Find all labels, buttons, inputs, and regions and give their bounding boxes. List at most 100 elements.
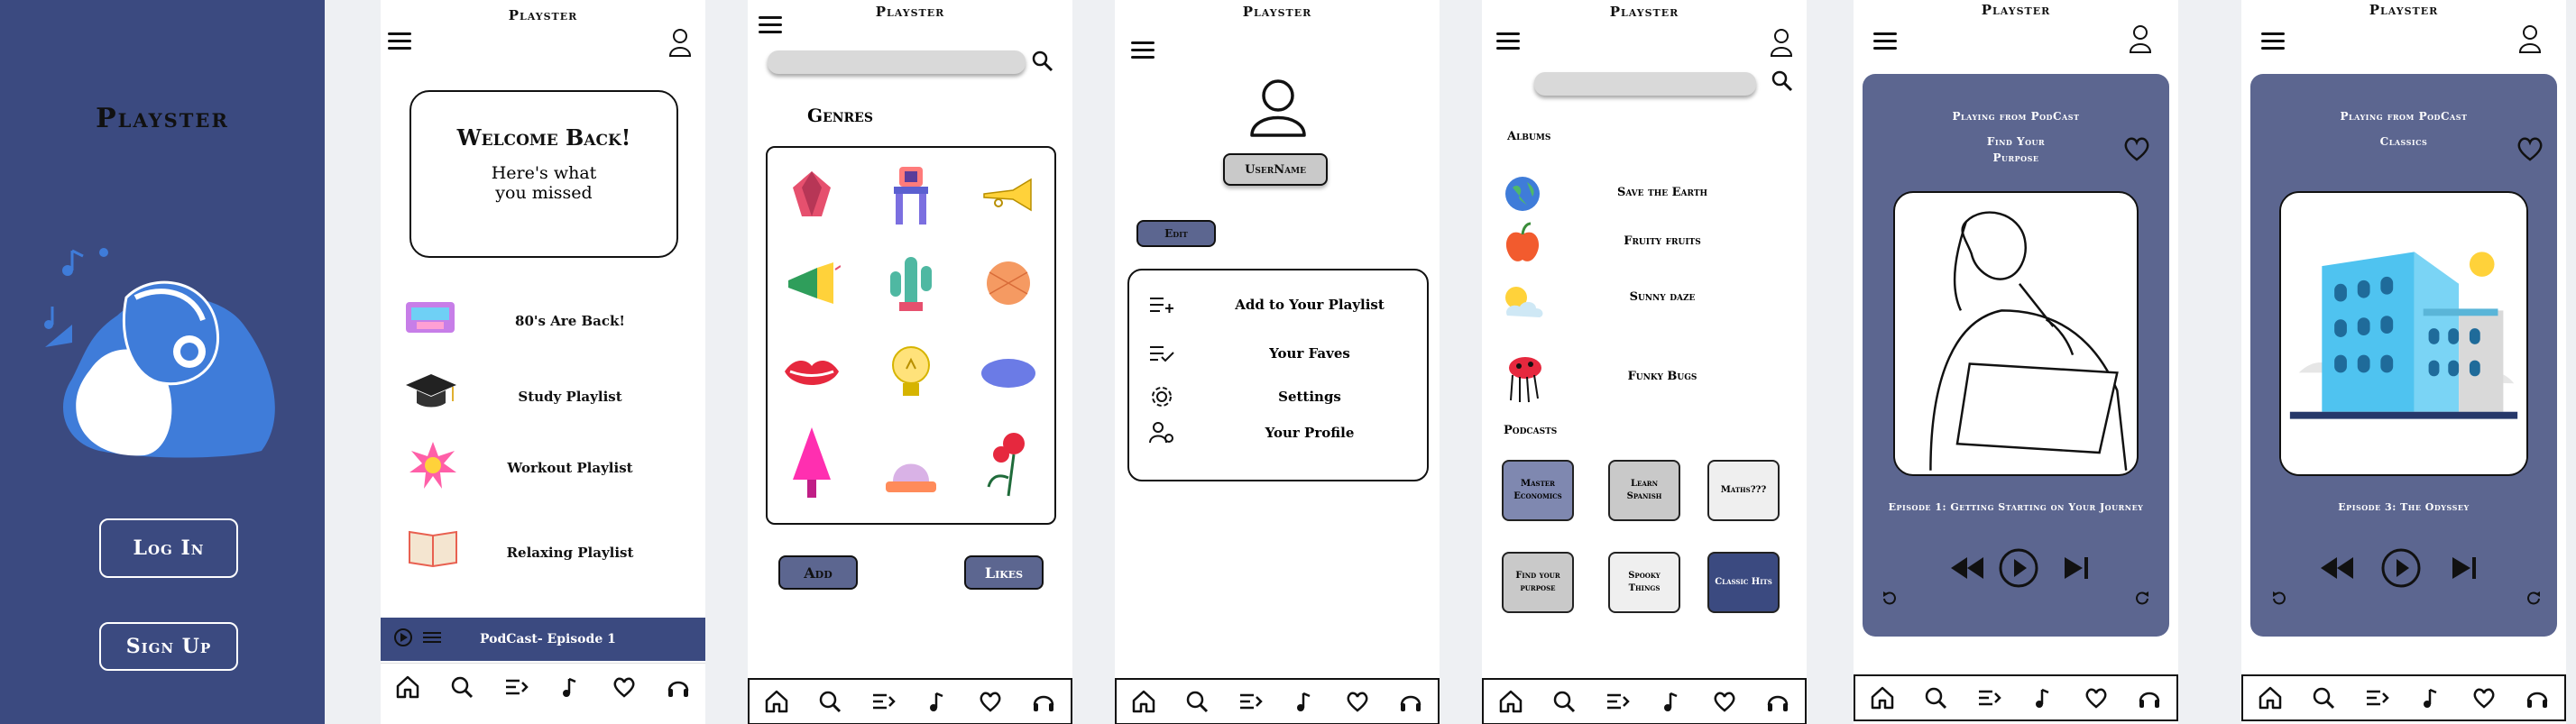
music-note-icon[interactable] <box>555 672 585 702</box>
heart-icon[interactable] <box>2122 135 2151 166</box>
skip-next-icon[interactable] <box>2451 555 2479 584</box>
profile-icon[interactable] <box>2128 23 2153 58</box>
playlist-item[interactable]: 80's Are Back! <box>381 293 705 347</box>
genre-item[interactable] <box>879 159 943 231</box>
headphones-icon[interactable] <box>1028 686 1059 717</box>
signup-button[interactable]: Sign Up <box>99 622 238 671</box>
profile-icon[interactable] <box>1769 27 1794 61</box>
search-icon[interactable] <box>1549 686 1579 717</box>
heart-icon[interactable] <box>609 672 639 702</box>
forward-icon[interactable] <box>2525 590 2543 611</box>
genre-item[interactable] <box>780 247 843 319</box>
genre-item[interactable] <box>977 159 1040 231</box>
rewind-icon[interactable] <box>1949 555 1985 584</box>
search-icon[interactable] <box>2308 683 2339 713</box>
genre-item[interactable] <box>879 247 943 319</box>
login-button[interactable]: Log In <box>99 518 238 578</box>
podcast-tile[interactable]: Learn Spanish <box>1608 460 1680 521</box>
menu-item-settings[interactable]: Settings <box>1129 379 1427 415</box>
heart-icon[interactable] <box>1342 686 1373 717</box>
genre-item[interactable] <box>879 436 943 509</box>
menu-icon[interactable] <box>388 32 411 50</box>
album-item[interactable]: Fruity fruits <box>1482 222 1807 265</box>
username-button[interactable]: UserName <box>1223 153 1328 186</box>
search-icon[interactable] <box>1182 686 1212 717</box>
replay-icon[interactable] <box>1881 590 1899 611</box>
headphones-icon[interactable] <box>2522 683 2553 713</box>
heart-icon[interactable] <box>2469 683 2499 713</box>
podcast-tile[interactable]: Classic Hits <box>1707 552 1780 613</box>
menu-item-your-faves[interactable]: Your Faves <box>1129 335 1427 371</box>
search-icon[interactable] <box>1920 683 1951 713</box>
playlist-icon[interactable] <box>1973 683 2004 713</box>
edit-button[interactable]: Edit <box>1136 220 1216 247</box>
playlist-icon[interactable] <box>1602 686 1633 717</box>
music-note-icon[interactable] <box>2028 683 2058 713</box>
headphones-icon[interactable] <box>2134 683 2165 713</box>
genre-item[interactable] <box>977 427 1040 499</box>
menu-icon[interactable] <box>2261 32 2285 50</box>
profile-icon[interactable] <box>2517 23 2543 58</box>
home-icon[interactable] <box>2255 683 2286 713</box>
playlist-icon[interactable] <box>2361 683 2392 713</box>
forward-icon[interactable] <box>2133 590 2151 611</box>
heart-icon[interactable] <box>2081 683 2111 713</box>
skip-next-icon[interactable] <box>2063 555 2092 584</box>
home-icon[interactable] <box>761 686 792 717</box>
play-button-icon[interactable] <box>1998 547 2039 592</box>
play-button-icon[interactable] <box>2380 547 2422 592</box>
home-icon[interactable] <box>1128 686 1159 717</box>
music-note-icon[interactable] <box>922 686 952 717</box>
menu-item-add-to-playlist[interactable]: Add to Your Playlist <box>1129 287 1427 323</box>
playlist-item[interactable]: Workout Playlist <box>381 440 705 494</box>
play-icon[interactable] <box>393 628 413 651</box>
genre-item[interactable] <box>977 337 1040 409</box>
likes-button[interactable]: Likes <box>964 555 1044 590</box>
search-icon[interactable] <box>1770 69 1795 97</box>
search-icon[interactable] <box>814 686 845 717</box>
album-item[interactable]: Save the Earth <box>1482 171 1807 215</box>
add-button[interactable]: Add <box>778 555 858 590</box>
podcast-tile[interactable]: Spooky Things <box>1608 552 1680 613</box>
now-playing-bar[interactable]: PodCast- Episode 1 <box>381 618 705 661</box>
menu-icon[interactable] <box>1496 32 1520 50</box>
home-icon[interactable] <box>1495 686 1526 717</box>
queue-icon[interactable] <box>422 630 442 648</box>
album-item[interactable]: Sunny daze <box>1482 281 1807 325</box>
headphones-icon[interactable] <box>1395 686 1426 717</box>
playlist-icon[interactable] <box>1235 686 1265 717</box>
playlist-item[interactable]: Relaxing Playlist <box>381 523 705 577</box>
search-icon[interactable] <box>1030 49 1055 78</box>
menu-icon[interactable] <box>1873 32 1897 50</box>
menu-icon[interactable] <box>759 16 782 34</box>
home-icon[interactable] <box>1867 683 1898 713</box>
profile-icon[interactable] <box>667 27 693 61</box>
podcast-tile[interactable]: Maths??? <box>1707 460 1780 521</box>
podcast-tile[interactable]: Find your purpose <box>1502 552 1574 613</box>
genre-item[interactable] <box>780 159 843 231</box>
search-input[interactable] <box>768 50 1026 74</box>
rewind-icon[interactable] <box>2319 555 2355 584</box>
music-note-icon[interactable] <box>2415 683 2446 713</box>
menu-item-your-profile[interactable]: Your Profile <box>1129 415 1427 451</box>
playlist-item[interactable]: Study Playlist <box>381 365 705 419</box>
replay-icon[interactable] <box>2270 590 2288 611</box>
playlist-icon[interactable] <box>868 686 898 717</box>
genre-item[interactable] <box>977 247 1040 319</box>
menu-icon[interactable] <box>1131 41 1155 60</box>
heart-icon[interactable] <box>975 686 1006 717</box>
genre-item[interactable] <box>780 337 843 409</box>
genre-item[interactable] <box>879 337 943 409</box>
home-icon[interactable] <box>392 672 423 702</box>
music-note-icon[interactable] <box>1656 686 1687 717</box>
heart-icon[interactable] <box>1709 686 1740 717</box>
search-icon[interactable] <box>446 672 477 702</box>
playlist-icon[interactable] <box>501 672 531 702</box>
genre-item[interactable] <box>780 427 843 499</box>
search-input[interactable] <box>1534 72 1756 96</box>
music-note-icon[interactable] <box>1289 686 1320 717</box>
album-item[interactable]: Funky Bugs <box>1482 352 1807 404</box>
heart-icon[interactable] <box>2516 135 2544 166</box>
podcast-tile[interactable]: Master Economics <box>1502 460 1574 521</box>
headphones-icon[interactable] <box>663 672 694 702</box>
